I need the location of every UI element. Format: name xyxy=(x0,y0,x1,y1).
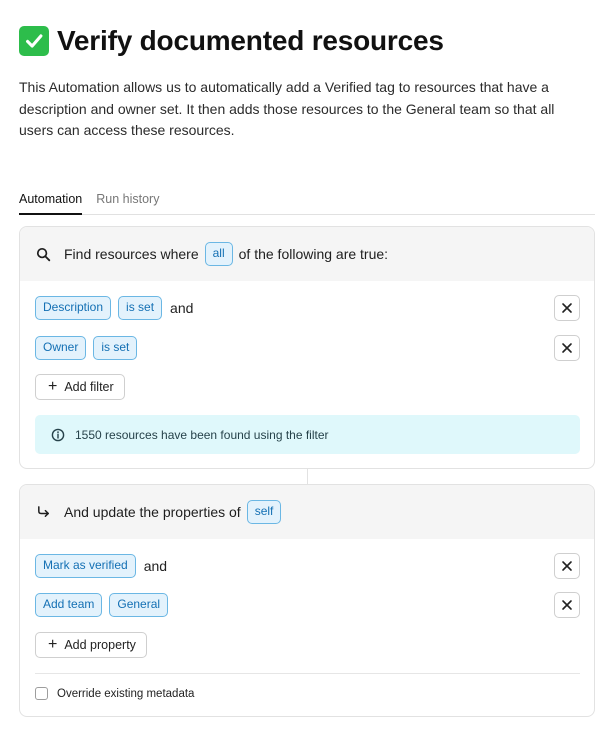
filter-condition-row: Description is set and xyxy=(35,295,193,321)
info-icon xyxy=(51,428,65,441)
update-action-row: Mark as verified and xyxy=(35,553,167,579)
override-option: Override existing metadata xyxy=(35,687,194,700)
automation-description: This Automation allows us to automatical… xyxy=(19,79,555,138)
add-property-button[interactable]: + Add property xyxy=(35,632,147,658)
condition-field-chip[interactable]: Owner xyxy=(35,336,87,360)
update-card-header: And update the properties of self xyxy=(20,485,594,539)
add-filter-button[interactable]: + Add filter xyxy=(35,374,125,400)
tab-run-history[interactable]: Run history xyxy=(96,187,159,215)
condition-operator-chip[interactable]: is set xyxy=(118,296,163,320)
override-label: Override existing metadata xyxy=(57,687,195,700)
remove-action-button[interactable] xyxy=(554,553,580,579)
update-prefix-text: And update the properties of xyxy=(64,504,241,520)
update-action-row: Add team General xyxy=(35,592,175,618)
add-property-label: Add property xyxy=(64,638,136,652)
quantifier-chip[interactable]: all xyxy=(204,242,233,266)
page-title: Verify documented resources xyxy=(57,25,444,56)
filter-condition-row: Owner is set xyxy=(35,335,144,361)
filter-suffix-text: of the following are true: xyxy=(238,246,389,262)
close-icon xyxy=(562,303,572,313)
filter-result-banner: 1550 resources have been found using the… xyxy=(35,415,580,454)
close-icon xyxy=(562,343,572,353)
conjunction-text: and xyxy=(170,300,194,316)
remove-condition-button[interactable] xyxy=(554,295,580,321)
filter-result-text: 1550 resources have been found using the… xyxy=(75,427,329,442)
remove-condition-button[interactable] xyxy=(554,335,580,361)
conjunction-text: and xyxy=(143,558,168,574)
section-divider xyxy=(35,673,580,674)
plus-icon: + xyxy=(48,636,58,653)
tab-automation[interactable]: Automation xyxy=(19,187,83,215)
tab-bar: Automation Run history xyxy=(19,187,595,215)
filter-card-header: Find resources where all of the followin… xyxy=(20,227,594,281)
override-checkbox[interactable] xyxy=(35,687,48,700)
filter-prefix-text: Find resources where xyxy=(64,246,199,262)
add-filter-label: Add filter xyxy=(64,380,114,394)
close-icon xyxy=(562,561,572,571)
condition-field-chip[interactable]: Description xyxy=(35,296,112,320)
update-card: And update the properties of self Mark a… xyxy=(19,484,595,717)
remove-action-button[interactable] xyxy=(554,592,580,618)
condition-operator-chip[interactable]: is set xyxy=(93,336,138,360)
close-icon xyxy=(562,600,572,610)
search-icon xyxy=(36,247,54,262)
filter-card: Find resources where all of the followin… xyxy=(19,226,595,469)
check-mark-icon xyxy=(19,26,49,56)
action-chip[interactable]: Mark as verified xyxy=(35,554,136,578)
page-header: Verify documented resources xyxy=(19,24,444,58)
arrow-right-icon xyxy=(36,505,54,520)
action-chip[interactable]: Add team xyxy=(35,593,103,617)
plus-icon: + xyxy=(48,378,58,395)
update-target-chip[interactable]: self xyxy=(246,500,282,524)
action-value-chip[interactable]: General xyxy=(109,593,169,617)
